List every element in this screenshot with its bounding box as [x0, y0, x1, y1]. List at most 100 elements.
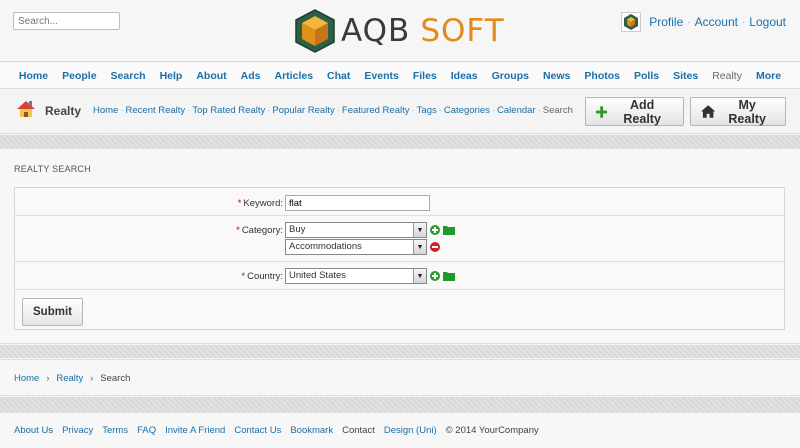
keyword-label-text: Keyword:: [243, 198, 283, 209]
separator: ·: [687, 16, 691, 28]
site-footer: About Us Privacy Terms FAQ Invite A Frie…: [0, 412, 800, 448]
nav-more[interactable]: More: [756, 70, 781, 82]
crumb-recent-realty[interactable]: Recent Realty: [126, 105, 186, 116]
logo-aqb: AQB: [341, 13, 411, 49]
divider-stripe: [0, 345, 800, 358]
keyword-input[interactable]: [285, 195, 430, 211]
nav-events[interactable]: Events: [364, 70, 398, 82]
category-select-2[interactable]: Accommodations ▼: [285, 239, 427, 255]
crumb-featured-realty[interactable]: Featured Realty: [342, 105, 410, 116]
breadcrumb-search-current: Search: [100, 373, 131, 384]
separator: ·: [411, 105, 415, 116]
nav-polls[interactable]: Polls: [634, 70, 659, 82]
nav-sites[interactable]: Sites: [673, 70, 698, 82]
crumb-top-rated-realty[interactable]: Top Rated Realty: [192, 105, 265, 116]
plus-icon: [596, 105, 608, 118]
footer-design[interactable]: Design (Uni): [384, 425, 437, 436]
crumb-popular-realty[interactable]: Popular Realty: [272, 105, 334, 116]
footer-contact-us[interactable]: Contact Us: [234, 425, 281, 436]
footer-terms[interactable]: Terms: [102, 425, 128, 436]
nav-news[interactable]: News: [543, 70, 570, 82]
nav-photos[interactable]: Photos: [584, 70, 620, 82]
separator: ·: [336, 105, 340, 116]
nav-people[interactable]: People: [62, 70, 96, 82]
divider-stripe: [0, 397, 800, 412]
logout-link[interactable]: Logout: [749, 15, 786, 29]
category-select-1-value: Buy: [289, 224, 306, 235]
footer-privacy[interactable]: Privacy: [62, 425, 93, 436]
realty-search-panel: REALTY SEARCH *Keyword: *Category: Buy ▼…: [0, 148, 800, 344]
crumb-tags[interactable]: Tags: [417, 105, 437, 116]
nav-articles[interactable]: Articles: [275, 70, 314, 82]
my-realty-button[interactable]: My Realty: [690, 97, 786, 126]
nav-help[interactable]: Help: [160, 70, 183, 82]
crumb-calendar[interactable]: Calendar: [497, 105, 536, 116]
logo-cube-icon: [295, 9, 335, 53]
country-label-text: Country:: [247, 271, 283, 282]
search-input[interactable]: [13, 12, 120, 30]
footer-contact[interactable]: Contact: [342, 425, 375, 436]
footer-copyright: © 2014 YourCompany: [445, 425, 539, 436]
keyword-row: * Keyword:: [15, 188, 784, 216]
chevron-down-icon: ▼: [413, 223, 426, 237]
divider-stripe: [0, 135, 800, 148]
crumb-search-current: Search: [542, 105, 573, 116]
separator: ·: [267, 105, 271, 116]
submit-button[interactable]: Submit: [22, 298, 83, 326]
logo-wordmark: AQB SOFT: [341, 13, 505, 49]
nav-groups[interactable]: Groups: [492, 70, 529, 82]
add-circle-icon[interactable]: [430, 271, 440, 281]
profile-link[interactable]: Profile: [649, 15, 683, 29]
remove-circle-icon[interactable]: [430, 242, 440, 252]
country-select[interactable]: United States ▼: [285, 268, 427, 284]
breadcrumb-realty[interactable]: Realty: [56, 373, 83, 384]
country-label: * Country:: [241, 271, 283, 282]
category-select-1[interactable]: Buy ▼: [285, 222, 427, 238]
footer-faq[interactable]: FAQ: [137, 425, 156, 436]
separator: ·: [537, 105, 541, 116]
separator: ·: [438, 105, 442, 116]
separator: ·: [741, 16, 746, 28]
crumb-categories[interactable]: Categories: [444, 105, 490, 116]
nav-search[interactable]: Search: [111, 70, 146, 82]
site-header: AQBSOFT Profile · Account · Logout: [0, 0, 800, 62]
footer-about-us[interactable]: About Us: [14, 425, 53, 436]
nav-chat[interactable]: Chat: [327, 70, 350, 82]
separator: ·: [491, 105, 496, 116]
nav-home[interactable]: Home: [19, 70, 48, 82]
chevron-down-icon: ▼: [413, 240, 426, 254]
breadcrumb-home[interactable]: Home: [14, 373, 39, 384]
folder-icon[interactable]: [443, 271, 455, 281]
nav-ideas[interactable]: Ideas: [451, 70, 478, 82]
chevron-right-icon: ›: [90, 373, 94, 383]
section-breadcrumb: Home · Recent Realty · Top Rated Realty · P…: [93, 105, 573, 116]
chevron-down-icon: ▼: [413, 269, 426, 283]
add-realty-button[interactable]: Add Realty: [585, 97, 684, 126]
my-realty-label: My Realty: [728, 97, 766, 126]
avatar[interactable]: [621, 12, 642, 32]
folder-icon[interactable]: [443, 225, 455, 235]
separator: ·: [187, 105, 191, 116]
search-form: *Keyword: *Category: Buy ▼ Accommodation…: [14, 187, 785, 330]
site-logo[interactable]: AQB SOFT: [293, 7, 505, 55]
user-links: Profile · Account · Logout: [621, 12, 786, 32]
nav-realty[interactable]: Realty: [712, 70, 742, 82]
keyword-label: * Keyword:: [237, 198, 283, 209]
footer-invite-a-friend[interactable]: Invite A Friend: [165, 425, 225, 436]
nav-about[interactable]: About: [196, 70, 226, 82]
add-realty-label: Add Realty: [623, 97, 661, 126]
category-row: * Category: Buy ▼ Accommodations ▼: [15, 216, 784, 262]
footer-bookmark[interactable]: Bookmark: [290, 425, 333, 436]
crumb-home[interactable]: Home: [93, 105, 118, 116]
account-link[interactable]: Account: [695, 15, 738, 29]
chevron-right-icon: ›: [46, 373, 50, 383]
nav-ads[interactable]: Ads: [241, 70, 261, 82]
realty-house-icon: [17, 101, 35, 117]
panel-title: REALTY SEARCH: [14, 164, 91, 174]
nav-files[interactable]: Files: [413, 70, 437, 82]
add-circle-icon[interactable]: [430, 225, 440, 235]
logo-soft: SOFT: [420, 13, 505, 49]
home-icon: [701, 105, 716, 118]
category-label: * Category:: [236, 225, 283, 236]
separator: ·: [120, 105, 124, 116]
